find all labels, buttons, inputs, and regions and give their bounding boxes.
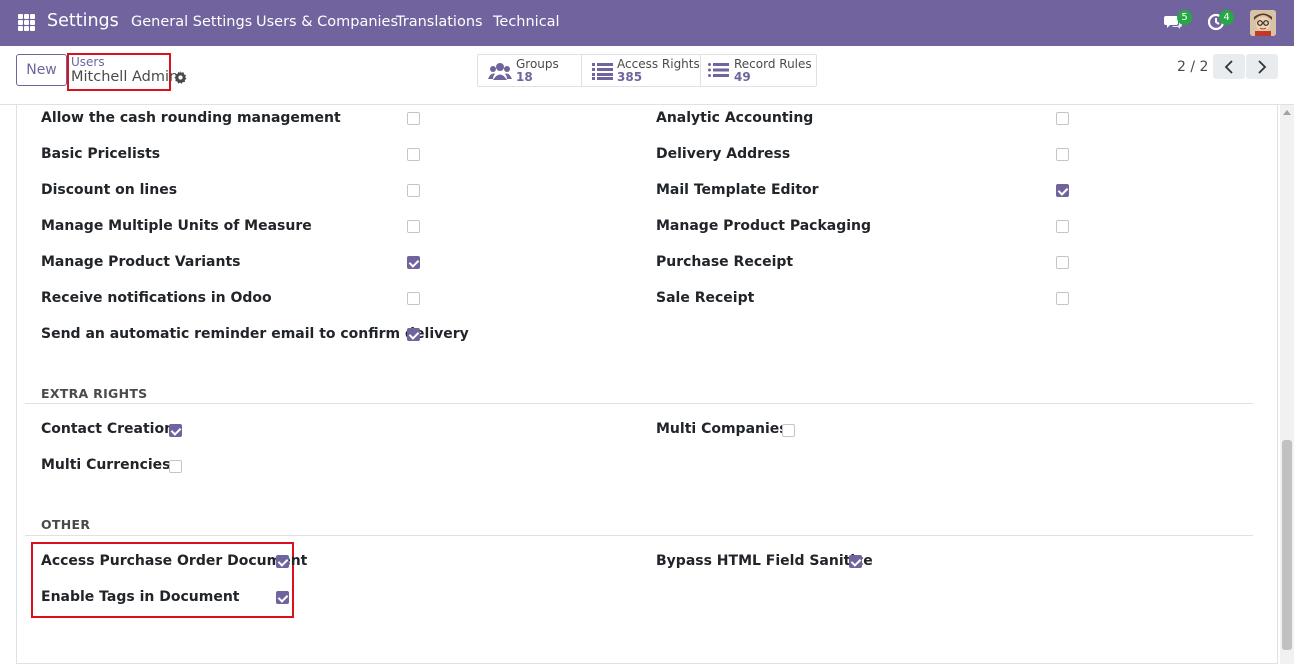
- access-rights-smart-button[interactable]: Access Rights 385: [582, 55, 701, 86]
- sale-receipt-checkbox[interactable]: [1056, 292, 1069, 305]
- record-rules-label: Record Rules: [734, 57, 812, 71]
- access-purchase-order-document-checkbox[interactable]: [276, 555, 289, 568]
- product-packaging-checkbox[interactable]: [1056, 220, 1069, 233]
- field-label: Manage Product Variants: [41, 254, 241, 270]
- mail-template-editor-checkbox[interactable]: [1056, 184, 1069, 197]
- field-label: Delivery Address: [656, 146, 791, 162]
- field-label: Multi Currencies: [41, 457, 171, 473]
- field-label: Bypass HTML Field Sanitize: [656, 553, 873, 569]
- extra-rights-heading: EXTRA RIGHTS: [41, 386, 148, 401]
- user-avatar[interactable]: [1250, 10, 1276, 36]
- gear-icon[interactable]: [174, 71, 187, 84]
- top-navbar: Settings General Settings Users & Compan…: [0, 0, 1294, 46]
- field-label: Send an automatic reminder email to conf…: [41, 326, 469, 342]
- groups-count: 18: [516, 70, 533, 84]
- messages-count-badge: 5: [1177, 10, 1192, 25]
- access-rights-label: Access Rights: [617, 57, 700, 71]
- field-label: Basic Pricelists: [41, 146, 161, 162]
- pager-next-button[interactable]: [1246, 54, 1278, 79]
- users-icon: [488, 63, 512, 80]
- other-heading: OTHER: [41, 517, 91, 532]
- section-divider: [25, 535, 1253, 536]
- pager-previous-button[interactable]: [1213, 54, 1245, 79]
- scrollbar-thumb[interactable]: [1282, 440, 1292, 650]
- field-label: Enable Tags in Document: [41, 589, 240, 605]
- smart-buttons: Groups 18 Access Rights 385 Record Rules…: [477, 54, 817, 87]
- purchase-receipt-checkbox[interactable]: [1056, 256, 1069, 269]
- field-label: Multi Companies: [656, 421, 788, 437]
- field-label: Receive notifications in Odoo: [41, 290, 272, 306]
- field-label: Sale Receipt: [656, 290, 755, 306]
- basic-pricelists-checkbox[interactable]: [407, 148, 420, 161]
- contact-creation-checkbox[interactable]: [169, 424, 182, 437]
- record-rules-count: 49: [734, 70, 751, 84]
- list-icon: [592, 63, 613, 80]
- chevron-left-icon: [1224, 59, 1233, 74]
- reminder-email-checkbox[interactable]: [407, 328, 420, 341]
- new-button[interactable]: New: [16, 54, 67, 86]
- groups-label: Groups: [516, 57, 559, 71]
- bypass-html-sanitize-checkbox[interactable]: [849, 555, 862, 568]
- field-label: Allow the cash rounding management: [41, 110, 341, 126]
- list-icon: [708, 63, 729, 77]
- discount-lines-checkbox[interactable]: [407, 184, 420, 197]
- enable-tags-document-checkbox[interactable]: [276, 591, 289, 604]
- field-label: Manage Multiple Units of Measure: [41, 218, 312, 234]
- record-rules-smart-button[interactable]: Record Rules 49: [701, 55, 816, 86]
- field-label: Purchase Receipt: [656, 254, 794, 270]
- breadcrumb-current: Mitchell Admin: [71, 69, 179, 85]
- chevron-right-icon: [1258, 59, 1267, 74]
- menu-translations[interactable]: Translations: [396, 14, 483, 30]
- field-label: Manage Product Packaging: [656, 218, 872, 234]
- app-brand[interactable]: Settings: [47, 11, 119, 31]
- product-variants-checkbox[interactable]: [407, 256, 420, 269]
- field-label: Mail Template Editor: [656, 182, 819, 198]
- groups-smart-button[interactable]: Groups 18: [478, 55, 582, 86]
- apps-menu-icon[interactable]: [18, 14, 35, 31]
- multi-currencies-checkbox[interactable]: [169, 460, 182, 473]
- field-label: Access Purchase Order Document: [41, 553, 308, 569]
- field-label: Discount on lines: [41, 182, 178, 198]
- pager-value[interactable]: 2 / 2: [1177, 59, 1208, 75]
- cash-rounding-checkbox[interactable]: [407, 112, 420, 125]
- menu-users-companies[interactable]: Users & Companies: [256, 14, 398, 30]
- odoo-notifications-checkbox[interactable]: [407, 292, 420, 305]
- units-of-measure-checkbox[interactable]: [407, 220, 420, 233]
- scroll-up-arrow-icon[interactable]: [1283, 110, 1291, 115]
- breadcrumb-parent-link[interactable]: Users: [71, 55, 105, 69]
- analytic-accounting-checkbox[interactable]: [1056, 112, 1069, 125]
- access-rights-count: 385: [617, 70, 643, 84]
- field-label: Contact Creation: [41, 421, 175, 437]
- activities-count-badge: 4: [1219, 10, 1234, 25]
- section-divider: [25, 403, 1253, 404]
- delivery-address-checkbox[interactable]: [1056, 148, 1069, 161]
- menu-technical[interactable]: Technical: [493, 14, 560, 30]
- multi-companies-checkbox[interactable]: [782, 424, 795, 437]
- field-label: Analytic Accounting: [656, 110, 814, 126]
- menu-general-settings[interactable]: General Settings: [131, 14, 252, 30]
- control-panel: New Users Mitchell Admin Groups 18 Acces…: [0, 46, 1294, 105]
